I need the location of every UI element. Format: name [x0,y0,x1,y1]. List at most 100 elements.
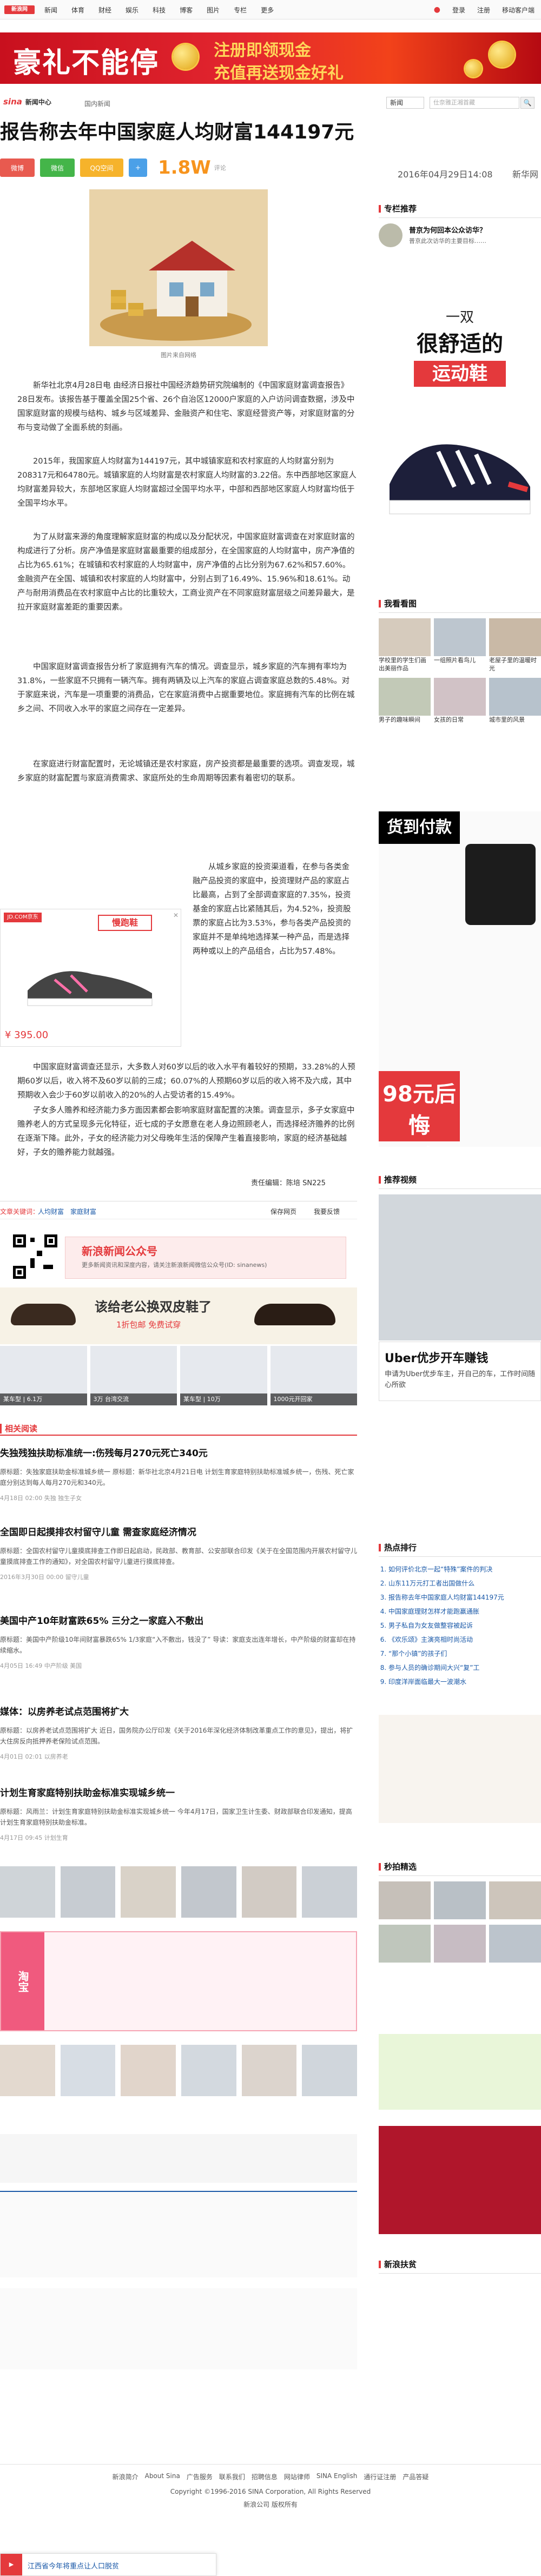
floating-news-bar[interactable]: ▶ 江西省今年将重点让人口脱贫 [0,2553,216,2576]
related-item[interactable]: 失独残独扶助标准统一:伤残每月270元死亡340元 原标题：失独家庭扶助金标准城… [0,1445,357,1502]
hot-item[interactable]: 印度洋岸面临最大一波潮水 [388,1675,541,1689]
side-ad-green[interactable] [379,2034,541,2110]
footer-link[interactable]: 网站律师 [284,2472,310,2481]
footer-link[interactable]: SINA English [316,2472,358,2481]
bell-icon[interactable]: ● [434,5,440,14]
footer-link[interactable]: 广告服务 [187,2472,213,2481]
menu-item[interactable]: 娱乐 [126,5,138,15]
thumb[interactable] [181,1866,236,1918]
menu-item[interactable]: 体育 [71,5,84,15]
recommend-title[interactable]: 普京为何回本公众访华？ [409,224,486,235]
menu-item[interactable]: 新闻 [44,5,57,15]
related-item[interactable]: 计划生育家庭特别扶助金标准实现城乡统一 原标题：风雨兰：计划生育家庭特别扶助金标… [0,1785,357,1842]
footer-link[interactable]: 通行证注册 [364,2472,396,2481]
thumb[interactable] [60,1866,116,1918]
related-title[interactable]: 全国即日起摸排农村留守儿童 需查家庭经济情况 [0,1524,357,1538]
footer-link[interactable]: 新浪简介 [113,2472,138,2481]
channel-brand[interactable]: sina 新闻中心 [3,97,51,107]
avatar[interactable] [379,223,403,247]
thumb[interactable] [121,1866,176,1918]
search-icon[interactable]: 🔍 [520,97,535,109]
floating-bar-text[interactable]: 江西省今年将重点让人口脱贫 [28,2560,119,2571]
menu-item[interactable]: 财经 [98,5,111,15]
car-ad[interactable]: 某车型 | 6.1万 [0,1346,87,1405]
related-title[interactable]: 失独残独扶助标准统一:伤残每月270元死亡340元 [0,1445,357,1459]
hot-item[interactable]: “那个小镇”的孩子们 [388,1647,541,1661]
thumb[interactable] [241,1866,297,1918]
car-ad[interactable]: 3万 台湾交流 [90,1346,177,1405]
hot-item[interactable]: 中国家庭理财怎样才能跑赢通胀 [388,1604,541,1619]
video-thumb[interactable] [379,1194,541,1340]
hot-item[interactable]: 参与人员的确诊期间大兴“复”工 [388,1661,541,1675]
photo-item[interactable]: 老屋子里的温暖时光 [489,618,541,672]
menu-item[interactable]: 图片 [207,5,220,15]
side-ad[interactable] [379,1715,541,1823]
comment-count[interactable]: 1.8W [158,157,211,179]
more-share-button[interactable]: + [129,158,147,177]
article-source[interactable]: 新华网 [512,167,538,180]
menu-item[interactable]: 博客 [180,5,193,15]
thumb[interactable] [0,1866,55,1918]
login-link[interactable]: 登录 [452,5,465,15]
thumb[interactable] [302,2045,358,2096]
save-page-button[interactable]: 保存网页 [270,1207,296,1216]
hot-item[interactable]: 山东11万元打工者出国做什么 [388,1576,541,1590]
related-title[interactable]: 美国中产10年财富跌65% 三分之一家庭入不敷出 [0,1613,357,1627]
footer-link[interactable]: 产品答疑 [403,2472,428,2481]
car-ad[interactable]: 某车型 | 10万 [180,1346,267,1405]
wechat-share-button[interactable]: 微信 [40,158,75,177]
video-thumb[interactable] [489,1881,541,1919]
thumb[interactable] [0,2045,55,2096]
thumb[interactable] [60,2045,116,2096]
qr-promo[interactable]: 新浪新闻公众号 更多新闻资讯和深度内容，请关注新浪新闻微信公众号(ID: sin… [65,1237,346,1279]
menu-item[interactable]: 专栏 [234,5,247,15]
comment-label[interactable]: 评论 [214,163,226,172]
footer-link[interactable]: 招聘信息 [252,2472,278,2481]
shoes-ad-strip[interactable]: 该给老公换双皮鞋了 1折包邮 免费试穿 [0,1287,357,1344]
hot-item[interactable]: 《欢乐颂》主演亮相时尚活动 [388,1633,541,1647]
related-title[interactable]: 计划生育家庭特别扶助金标准实现城乡统一 [0,1785,357,1799]
footer-link[interactable]: About Sina [145,2472,180,2481]
video-thumb[interactable] [434,1881,486,1919]
car-ad[interactable]: 1000元开回家 [270,1346,357,1405]
feedback-button[interactable]: 我要反馈 [314,1207,340,1216]
hot-item[interactable]: 男子私自为女友做整容被起诉 [388,1619,541,1633]
related-item[interactable]: 美国中产10年财富跌65% 三分之一家庭入不敷出 原标题：美国中产阶级10年间财… [0,1613,357,1670]
qzone-share-button[interactable]: QQ空间 [80,158,123,177]
video-thumb[interactable] [434,1925,486,1963]
keyword-tag[interactable]: 家庭财富 [70,1207,96,1216]
video-thumb[interactable] [489,1925,541,1963]
sina-logo[interactable]: 新浪网 [4,5,35,14]
keyword-tag[interactable]: 人均财富 [38,1207,64,1216]
hot-item[interactable]: 如何评价北京一起“特殊”案件的判决 [388,1562,541,1576]
photo-item[interactable]: 城市里的风景 [489,678,541,724]
related-item[interactable]: 全国即日起摸排农村留守儿童 需查家庭经济情况 原标题：全国农村留守儿童摸底排查工… [0,1524,357,1581]
bottom-ad[interactable] [0,2134,357,2183]
side-ad-shirt[interactable] [379,2126,541,2234]
menu-item[interactable]: 更多 [261,5,274,15]
mobile-client-link[interactable]: 移动客户端 [502,5,535,15]
video-thumb[interactable] [379,1925,431,1963]
search-input[interactable]: 仕奈雅正湘首藏 [430,97,519,109]
hot-item[interactable]: 报告称去年中国家庭人均财富144197元 [388,1590,541,1604]
jd-ad-box[interactable]: JD.COM京东 慢跑鞋 ¥ 395.00 ✕ [0,909,181,1047]
bag-ad[interactable]: 货到付款 98元后悔 两条 [379,811,541,1170]
photo-item[interactable]: 女孩的日常 [434,678,486,724]
weibo-share-button[interactable]: 微博 [0,158,35,177]
related-title[interactable]: 媒体：以房养老试点范围将扩大 [0,1704,357,1718]
thumb[interactable] [302,1866,358,1918]
breadcrumb[interactable]: 国内新闻 [84,99,110,108]
footer-link[interactable]: 联系我们 [219,2472,245,2481]
photo-item[interactable]: 一组照片看鸟儿 [434,618,486,672]
close-icon[interactable]: ✕ [173,911,179,919]
thumb[interactable] [121,2045,176,2096]
promo-banner[interactable]: 豪礼不能停 注册即领现金 充值再送现金好礼 [0,32,541,84]
photo-item[interactable]: 男子的趣味瞬间 [379,678,431,724]
register-link[interactable]: 注册 [477,5,490,15]
uber-ad[interactable]: Uber优步开车赚钱 申请为Uber优步车主，开自己的车，工作时间随心所欲 [379,1342,541,1401]
photo-item[interactable]: 学校里的学生们画出美丽作品 [379,618,431,672]
taobao-ad[interactable]: 淘宝 [0,1931,357,2031]
shoe-ad[interactable]: 一双 很舒适的 运动鞋 [379,303,541,563]
thumb[interactable] [241,2045,297,2096]
video-thumb[interactable] [379,1881,431,1919]
